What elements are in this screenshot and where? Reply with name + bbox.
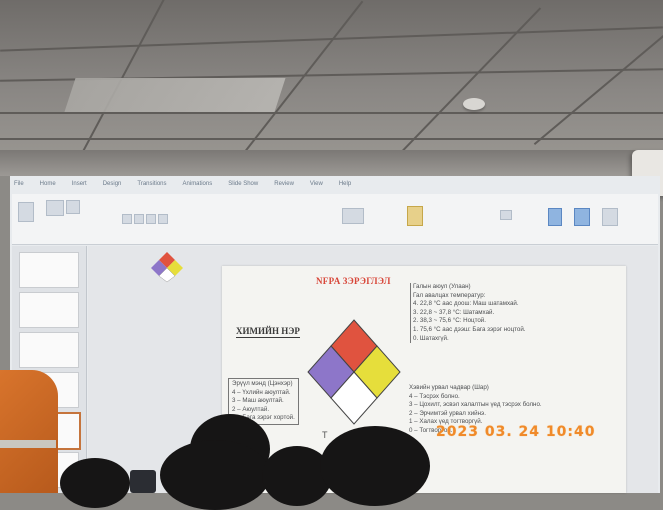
ribbon-tab[interactable]: Help bbox=[339, 181, 351, 193]
underline-icon[interactable] bbox=[146, 214, 156, 224]
ceiling-grid-line bbox=[533, 14, 663, 146]
ribbon-tab[interactable]: Design bbox=[103, 181, 122, 193]
shapes-icon[interactable] bbox=[342, 208, 364, 224]
ribbon-tab[interactable]: Home bbox=[40, 181, 56, 193]
audience-head bbox=[160, 440, 270, 510]
ceiling bbox=[0, 0, 663, 165]
addins-icon[interactable] bbox=[602, 208, 618, 226]
ceiling-grid-line bbox=[400, 7, 542, 153]
font-color-icon[interactable] bbox=[158, 214, 168, 224]
person-orange-jacket bbox=[0, 370, 58, 493]
ribbon-tab[interactable]: Review bbox=[274, 181, 294, 193]
audience-head bbox=[320, 426, 430, 506]
ceiling-beam bbox=[0, 150, 663, 176]
ribbon-tab[interactable]: Transitions bbox=[137, 181, 166, 193]
ribbon-tab[interactable]: File bbox=[14, 181, 24, 193]
smoke-detector bbox=[463, 98, 485, 110]
ceiling-grid-line bbox=[0, 112, 663, 114]
slide-thumbnail[interactable] bbox=[19, 332, 79, 368]
nfpa-title: NFPA ЗЭРЭГЛЭЛ bbox=[316, 276, 391, 286]
new-slide-icon[interactable] bbox=[46, 200, 64, 216]
audience-head bbox=[60, 458, 130, 508]
slide-fragment-text: Т bbox=[322, 430, 328, 440]
chemical-name-heading: ХИМИЙН НЭР bbox=[236, 326, 300, 338]
designer-icon[interactable] bbox=[574, 208, 590, 226]
ribbon-tab[interactable]: Animations bbox=[183, 181, 213, 193]
bold-icon[interactable] bbox=[122, 214, 132, 224]
reflective-stripe bbox=[0, 440, 56, 448]
slide-thumbnail[interactable] bbox=[19, 292, 79, 328]
ribbon-tab[interactable]: View bbox=[310, 181, 323, 193]
ceiling-light-panel bbox=[64, 78, 286, 112]
fire-hazard-text: Галын аюул (Улаан) Гал авалцах температу… bbox=[410, 283, 526, 344]
slide-thumbnail[interactable] bbox=[19, 252, 79, 288]
date-stamp: 2023 03. 24 10:40 bbox=[436, 424, 596, 440]
paste-icon[interactable] bbox=[18, 202, 34, 222]
arrange-icon[interactable] bbox=[407, 206, 423, 226]
ribbon-tabs: File Home Insert Design Transitions Anim… bbox=[14, 181, 351, 193]
dictate-icon[interactable] bbox=[548, 208, 562, 226]
layout-icon[interactable] bbox=[66, 200, 80, 214]
ceiling-grid-line bbox=[0, 138, 663, 140]
italic-icon[interactable] bbox=[134, 214, 144, 224]
ribbon-toolbar bbox=[12, 194, 658, 245]
find-icon[interactable] bbox=[500, 210, 512, 220]
nfpa-diamond bbox=[307, 319, 401, 425]
ribbon-tab[interactable]: Slide Show bbox=[228, 181, 258, 193]
ribbon-tab[interactable]: Insert bbox=[72, 181, 87, 193]
nfpa-small-icon bbox=[151, 252, 183, 283]
phone bbox=[130, 470, 156, 493]
